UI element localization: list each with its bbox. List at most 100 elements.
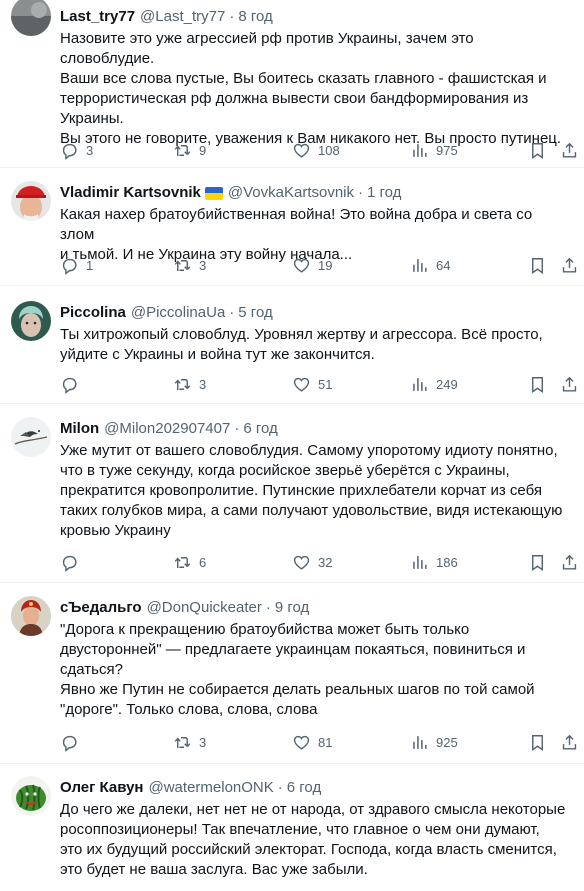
- reply-button[interactable]: 1: [60, 255, 93, 275]
- tweet[interactable]: Vladimir Kartsovnik @VovkaKartsovnik · 1…: [0, 168, 584, 286]
- reply-count: 1: [86, 257, 94, 273]
- views-button[interactable]: 925: [410, 732, 458, 752]
- user-handle[interactable]: @DonQuickeater: [147, 598, 262, 618]
- like-button[interactable]: 51: [292, 374, 332, 394]
- views-button[interactable]: 249: [410, 374, 458, 394]
- views-count: 925: [436, 734, 458, 750]
- reply-icon: [62, 377, 77, 394]
- like-button[interactable]: 108: [292, 140, 340, 160]
- retweet-count: 9: [199, 142, 207, 158]
- retweet-icon: [174, 259, 191, 271]
- retweet-button[interactable]: 3: [173, 374, 206, 394]
- bookmark-button[interactable]: [528, 140, 547, 160]
- share-button[interactable]: [560, 255, 579, 275]
- timestamp[interactable]: 6 год: [287, 778, 321, 798]
- avatar[interactable]: [11, 417, 51, 457]
- views-button[interactable]: 975: [410, 140, 458, 160]
- reply-button[interactable]: [60, 552, 79, 572]
- like-button[interactable]: 19: [292, 255, 332, 275]
- tweet-actions: 3 51 249: [60, 374, 577, 394]
- like-count: 32: [318, 554, 333, 570]
- reply-icon: [62, 258, 77, 275]
- views-icon: [413, 735, 427, 749]
- user-handle[interactable]: @watermelonONK: [149, 778, 274, 798]
- timestamp[interactable]: 8 год: [238, 7, 272, 27]
- user-handle[interactable]: @Milon202907407: [104, 419, 230, 439]
- reply-button[interactable]: [60, 374, 79, 394]
- bookmark-button[interactable]: [528, 255, 547, 275]
- display-name[interactable]: сЪедальго: [60, 598, 142, 618]
- display-name[interactable]: Piccolina: [60, 303, 126, 323]
- bookmark-icon: [532, 142, 543, 159]
- tweet[interactable]: Last_try77 @Last_try77 · 8 год Назовите …: [0, 0, 584, 168]
- tweet-text: Уже мутит от вашего словоблудия. Самому …: [60, 442, 563, 539]
- tweet-header: Milon @Milon202907407 · 6 год: [60, 419, 570, 439]
- display-name[interactable]: Олег Кавун: [60, 778, 144, 798]
- retweet-button[interactable]: 3: [173, 255, 206, 275]
- heart-icon: [293, 735, 310, 750]
- timestamp[interactable]: 9 год: [275, 598, 309, 618]
- share-icon: [562, 257, 577, 273]
- avatar[interactable]: [11, 301, 51, 341]
- user-handle[interactable]: @Last_try77: [140, 7, 225, 27]
- retweet-count: 3: [199, 257, 207, 273]
- share-button[interactable]: [560, 732, 579, 752]
- retweet-count: 3: [199, 376, 207, 392]
- views-button[interactable]: 186: [410, 552, 458, 572]
- share-icon: [562, 142, 577, 158]
- avatar[interactable]: [11, 776, 51, 816]
- tweet[interactable]: Piccolina @PiccolinaUa · 5 год Ты хитрож…: [0, 286, 584, 404]
- avatar[interactable]: [11, 181, 51, 221]
- reply-feed: Last_try77 @Last_try77 · 8 год Назовите …: [0, 0, 584, 891]
- reply-icon: [62, 555, 77, 572]
- retweet-icon: [174, 378, 191, 390]
- views-count: 186: [436, 554, 458, 570]
- tweet-text: Назовите это уже агрессией рф против Укр…: [60, 30, 562, 147]
- separator: ·: [234, 420, 240, 437]
- share-icon: [562, 376, 577, 392]
- timestamp[interactable]: 1 год: [367, 183, 401, 203]
- avatar[interactable]: [11, 0, 51, 36]
- share-icon: [562, 554, 577, 570]
- tweet[interactable]: Олег Кавун @watermelonONK · 6 год До чег…: [0, 764, 584, 891]
- like-count: 81: [318, 734, 333, 750]
- retweet-button[interactable]: 3: [173, 732, 206, 752]
- display-name[interactable]: Last_try77: [60, 7, 135, 27]
- timestamp[interactable]: 6 год: [243, 419, 277, 439]
- separator: ·: [229, 304, 235, 321]
- views-icon: [413, 555, 427, 569]
- bookmark-button[interactable]: [528, 374, 547, 394]
- heart-icon: [293, 258, 310, 273]
- like-count: 19: [318, 257, 333, 273]
- user-handle[interactable]: @PiccolinaUa: [131, 303, 225, 323]
- tweet-header: Vladimir Kartsovnik @VovkaKartsovnik · 1…: [60, 183, 570, 203]
- bookmark-button[interactable]: [528, 732, 547, 752]
- share-button[interactable]: [560, 552, 579, 572]
- share-button[interactable]: [560, 374, 579, 394]
- retweet-button[interactable]: 6: [173, 552, 206, 572]
- separator: ·: [358, 184, 364, 201]
- retweet-icon: [174, 736, 191, 748]
- share-button[interactable]: [560, 140, 579, 160]
- bookmark-button[interactable]: [528, 552, 547, 572]
- avatar[interactable]: [11, 596, 51, 636]
- retweet-icon: [174, 144, 191, 156]
- like-button[interactable]: 81: [292, 732, 332, 752]
- reply-button[interactable]: [60, 732, 79, 752]
- tweet[interactable]: Milon @Milon202907407 · 6 год Уже мутит …: [0, 404, 584, 583]
- display-name[interactable]: Vladimir Kartsovnik: [60, 183, 201, 203]
- timestamp[interactable]: 5 год: [238, 303, 272, 323]
- reply-icon: [62, 143, 77, 160]
- views-count: 64: [436, 257, 451, 273]
- retweet-count: 6: [199, 554, 207, 570]
- display-name[interactable]: Milon: [60, 419, 99, 439]
- retweet-button[interactable]: 9: [173, 140, 206, 160]
- views-button[interactable]: 64: [410, 255, 450, 275]
- separator: ·: [229, 8, 235, 25]
- reply-button[interactable]: 3: [60, 140, 93, 160]
- bookmark-icon: [532, 734, 543, 751]
- reply-count: 3: [86, 142, 94, 158]
- tweet[interactable]: сЪедальго @DonQuickeater · 9 год "Дорога…: [0, 583, 584, 764]
- like-button[interactable]: 32: [292, 552, 332, 572]
- user-handle[interactable]: @VovkaKartsovnik: [228, 183, 354, 203]
